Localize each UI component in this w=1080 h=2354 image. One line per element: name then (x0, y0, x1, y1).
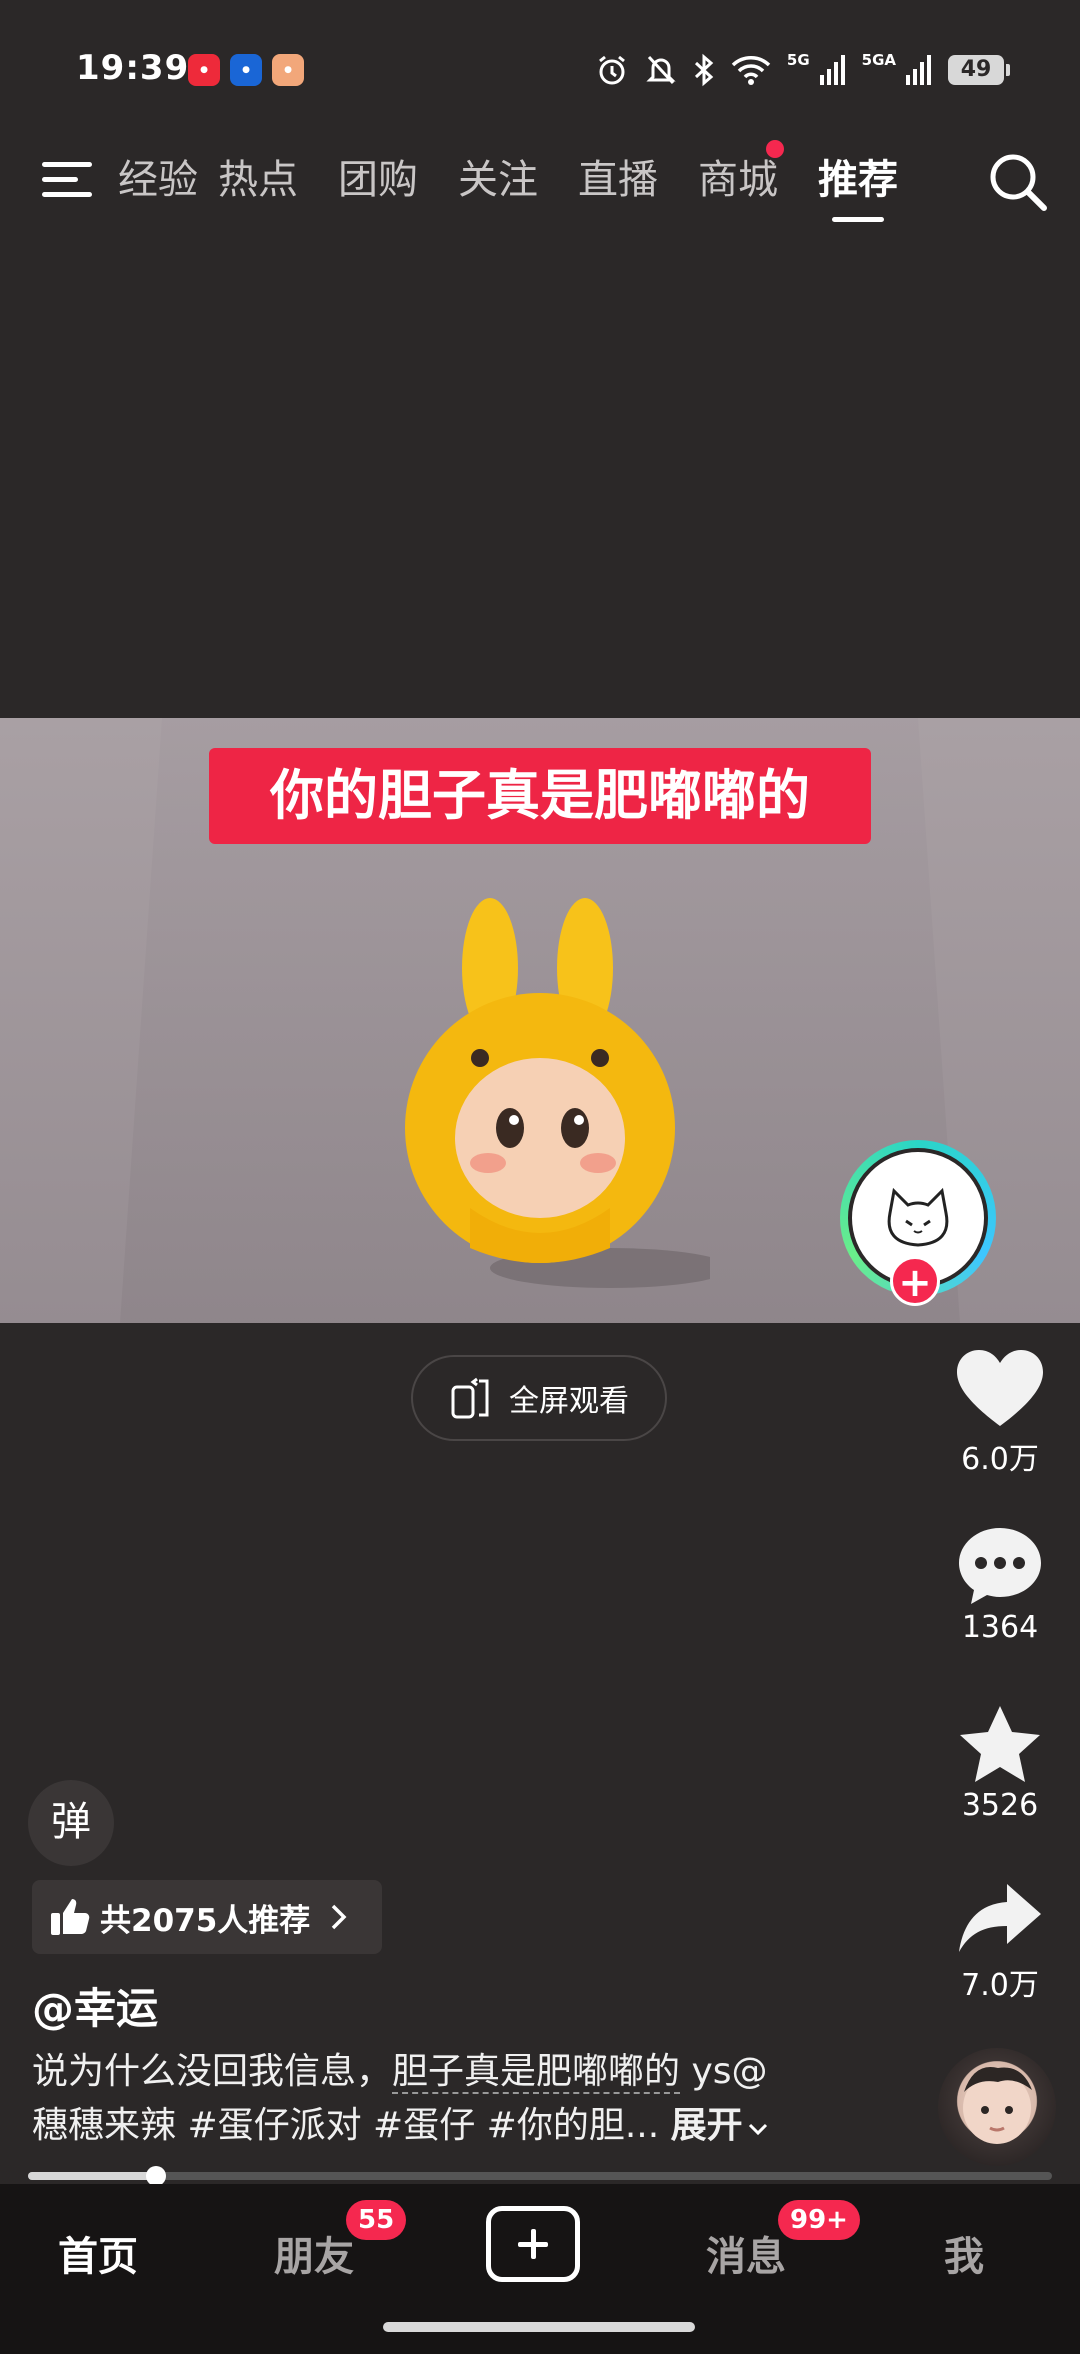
progress-handle[interactable] (146, 2166, 166, 2186)
xiaohongshu-app-icon: ● (188, 54, 220, 86)
chevron-right-icon (332, 1904, 347, 1930)
fullscreen-label: 全屏观看 (509, 1384, 629, 1419)
notification-dot (766, 140, 784, 158)
favorite-button[interactable]: 3526 (920, 1704, 1080, 1823)
playback-progress-bar[interactable] (28, 2166, 1052, 2186)
comment-count: 1364 (961, 1610, 1039, 1645)
signal-icon (819, 55, 845, 85)
battery-icon: 49 (948, 55, 1010, 85)
mute-icon (646, 55, 676, 85)
desc-hashtags: 穗穗来辣 #蛋仔派对 #蛋仔 #你的胆... (32, 2105, 660, 2146)
star-icon (960, 1706, 1040, 1782)
tab-experience[interactable]: 经验 (118, 140, 198, 240)
desc-mention: ys@ (680, 2051, 768, 2092)
create-post-button[interactable] (486, 2206, 580, 2282)
status-time: 19:39 (76, 48, 190, 88)
tab-hot[interactable]: 热点 (198, 140, 318, 240)
recommend-pill[interactable]: 共2075人推荐 (32, 1880, 382, 1954)
home-indicator (383, 2322, 695, 2332)
wifi-icon (731, 56, 771, 85)
heart-icon (957, 1350, 1043, 1426)
comment-button[interactable]: 1364 (920, 1526, 1080, 1645)
cartoon-cat-avatar-icon (887, 1187, 949, 1247)
cartoon-app-icon: ● (272, 54, 304, 86)
nav-friends[interactable]: 朋友 (274, 2224, 354, 2282)
menu-icon[interactable] (42, 158, 96, 202)
nav-messages[interactable]: 消息 (706, 2224, 786, 2282)
bluetooth-icon (694, 53, 714, 87)
status-bar: 19:39 ● ● ● 5G 5GA 49 (0, 0, 1080, 140)
like-count: 6.0万 (961, 1442, 1039, 1477)
nav-home[interactable]: 首页 (58, 2224, 138, 2282)
desc-keyword-link[interactable]: 胆子真是肥嘟嘟的 (392, 2051, 681, 2094)
author-name[interactable]: @幸运 (32, 1975, 158, 2036)
blue-app-icon: ● (230, 54, 262, 86)
friends-badge: 55 (346, 2200, 407, 2240)
nav-me[interactable]: 我 (944, 2224, 984, 2282)
top-nav: 经验 热点 团购 关注 直播 商城 推荐 (0, 140, 1080, 240)
tab-following[interactable]: 关注 (438, 140, 558, 240)
top-tabs: 经验 热点 团购 关注 直播 商城 推荐 (118, 140, 918, 240)
music-cover-baby-icon (963, 2067, 1032, 2144)
favorite-count: 3526 (961, 1788, 1039, 1823)
video-description: 说为什么没回我信息，胆子真是肥嘟嘟的 ys@ 穗穗来辣 #蛋仔派对 #蛋仔 #你… (32, 2045, 912, 2153)
comment-icon (959, 1528, 1041, 1604)
video-subtitle: 你的胆子真是肥嘟嘟的 (209, 748, 871, 844)
music-disc[interactable] (938, 2048, 1056, 2166)
signal-icon-2 (906, 55, 931, 85)
expand-button[interactable]: 展开 (671, 2105, 769, 2146)
search-icon[interactable] (986, 150, 1050, 214)
status-icons: 5G 5GA 49 (595, 48, 1010, 92)
tab-mall-label: 商城 (698, 157, 778, 203)
description-line-2: 穗穗来辣 #蛋仔派对 #蛋仔 #你的胆... 展开 (32, 2099, 912, 2153)
like-button[interactable]: 6.0万 (920, 1350, 1080, 1478)
desc-prefix: 说为什么没回我信息， (32, 2051, 393, 2092)
follow-button[interactable]: + (890, 1256, 940, 1306)
progress-fill (28, 2172, 156, 2180)
eggy-character-image (405, 898, 710, 1288)
messages-badge: 99+ (778, 2200, 860, 2240)
description-line-1: 说为什么没回我信息，胆子真是肥嘟嘟的 ys@ (32, 2045, 912, 2099)
network-5ga-label: 5GA (861, 51, 896, 69)
share-count: 7.0万 (961, 1968, 1039, 2003)
chevron-down-icon (748, 2123, 767, 2136)
tab-group-buy[interactable]: 团购 (318, 140, 438, 240)
danmu-toggle-button[interactable]: 弹 (28, 1780, 114, 1866)
expand-label: 展开 (670, 2105, 743, 2146)
tab-recommend[interactable]: 推荐 (798, 140, 918, 240)
share-button[interactable]: 7.0万 (920, 1880, 1080, 2004)
alarm-icon (598, 55, 625, 85)
recommend-count: 共2075人推荐 (100, 1902, 311, 1939)
share-arrow-icon (959, 1884, 1041, 1952)
tab-mall[interactable]: 商城 (678, 140, 798, 240)
fullscreen-button[interactable]: 全屏观看 (411, 1355, 667, 1441)
network-5g-label: 5G (786, 51, 810, 69)
rotate-screen-icon (451, 1377, 489, 1419)
tab-live[interactable]: 直播 (558, 140, 678, 240)
thumbs-up-icon (51, 1899, 90, 1935)
